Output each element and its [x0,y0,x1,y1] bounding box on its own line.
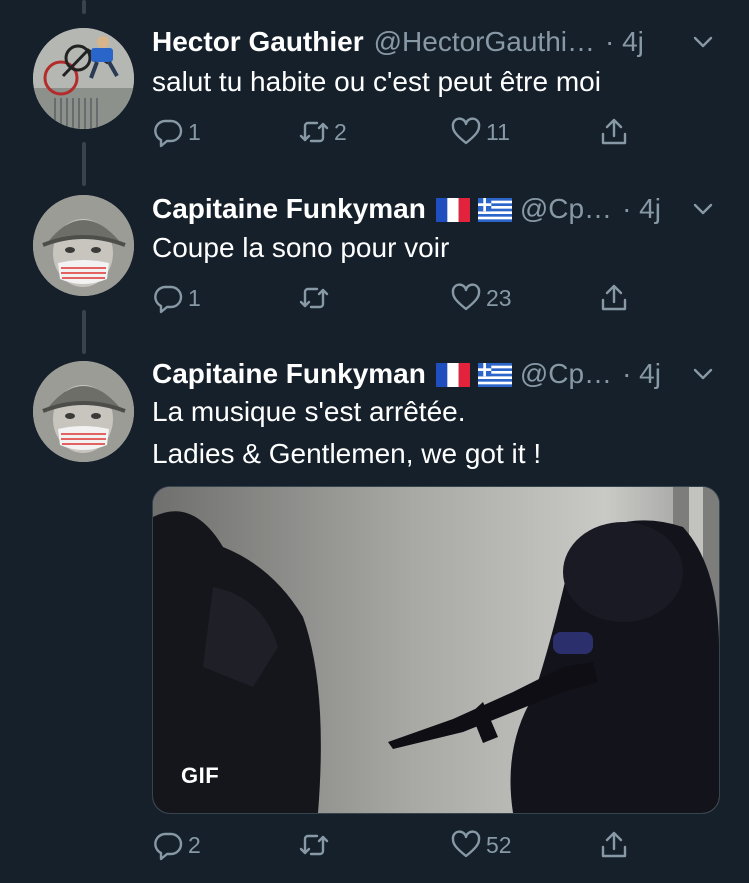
share-icon [601,831,627,858]
timeline: Hector Gauthier @HectorGauthi… · 4j salu… [0,0,749,883]
retweet-icon [299,287,329,309]
heart-icon [451,830,481,858]
author-handle[interactable]: @Cp… [520,357,612,391]
reply-count: 1 [188,118,201,145]
greece-flag-icon [477,363,512,387]
gif-media[interactable]: GIF [152,486,720,814]
author-name[interactable]: Capitaine Funkyman [152,357,426,391]
like-count: 23 [486,284,512,311]
tweet-header: Hector Gauthier @HectorGauthi… · 4j [152,25,729,59]
avatar-capitaine-funkyman[interactable] [33,361,134,462]
france-flag-icon [435,363,470,387]
tweet-header: Capitaine Funkyman @Cp… · 4j [152,357,729,391]
avatar-image [33,361,134,462]
share-button[interactable] [598,278,634,318]
author-name[interactable]: Hector Gauthier [152,25,364,59]
timestamp[interactable]: · 4j [622,192,661,226]
avatar-image [33,28,134,129]
tweet-text: Coupe la sono pour voir [152,227,729,269]
reply-icon [154,832,183,861]
heart-icon [451,117,481,145]
like-count: 52 [486,831,512,858]
timestamp[interactable]: · 4j [605,25,644,59]
like-button[interactable]: 23 [450,278,512,318]
like-button[interactable]: 52 [450,825,512,865]
tweet-header: Capitaine Funkyman @Cp… · 4j [152,192,729,226]
france-flag-icon [435,198,470,222]
author-handle[interactable]: @Cp… [520,192,612,226]
tweet-actions: 1 23 [152,278,642,318]
tweet-text-line: Ladies & Gentlemen, we got it ! [152,438,542,469]
timestamp[interactable]: · 4j [622,357,661,391]
like-button[interactable]: 11 [450,112,510,152]
share-button[interactable] [598,112,634,152]
retweet-button[interactable]: 2 [298,112,347,152]
reply-count: 1 [188,284,201,311]
share-icon [601,284,627,311]
author-name[interactable]: Capitaine Funkyman [152,192,426,226]
chevron-down-icon[interactable] [691,30,715,54]
tweet-text: La musique s'est arrêtée. Ladies & Gentl… [152,391,729,475]
avatar-image [33,195,134,296]
retweet-icon [299,121,329,143]
gif-thumbnail [153,487,719,813]
retweet-button[interactable] [298,825,334,865]
reply-icon [154,119,183,148]
retweet-icon [299,834,329,856]
reply-button[interactable]: 1 [152,112,201,152]
gif-badge: GIF [181,763,220,788]
avatar-hector-gauthier[interactable] [33,28,134,129]
tweet-actions: 1 2 11 [152,112,642,152]
like-count: 11 [486,118,510,145]
avatar-capitaine-funkyman[interactable] [33,195,134,296]
tweet-text-line: La musique s'est arrêtée. [152,396,466,427]
tweet[interactable]: Hector Gauthier @HectorGauthi… · 4j salu… [0,0,749,175]
retweet-count: 2 [334,118,347,145]
reply-button[interactable]: 1 [152,278,201,318]
chevron-down-icon[interactable] [691,197,715,221]
reply-count: 2 [188,831,201,858]
chevron-down-icon[interactable] [691,362,715,386]
share-icon [601,118,627,145]
heart-icon [451,283,481,311]
tweet-text-line: Coupe la sono pour voir [152,232,450,263]
reply-icon [154,285,183,314]
tweet[interactable]: Capitaine Funkyman @Cp… · 4j [0,175,749,341]
author-handle[interactable]: @HectorGauthi… [374,25,595,59]
reply-button[interactable]: 2 [152,825,201,865]
retweet-button[interactable] [298,278,334,318]
tweet-text: salut tu habite ou c'est peut être moi [152,61,729,103]
tweet-text-line: salut tu habite ou c'est peut être moi [152,66,601,97]
greece-flag-icon [477,198,512,222]
tweet-actions: 2 52 [152,825,642,865]
share-button[interactable] [598,825,634,865]
